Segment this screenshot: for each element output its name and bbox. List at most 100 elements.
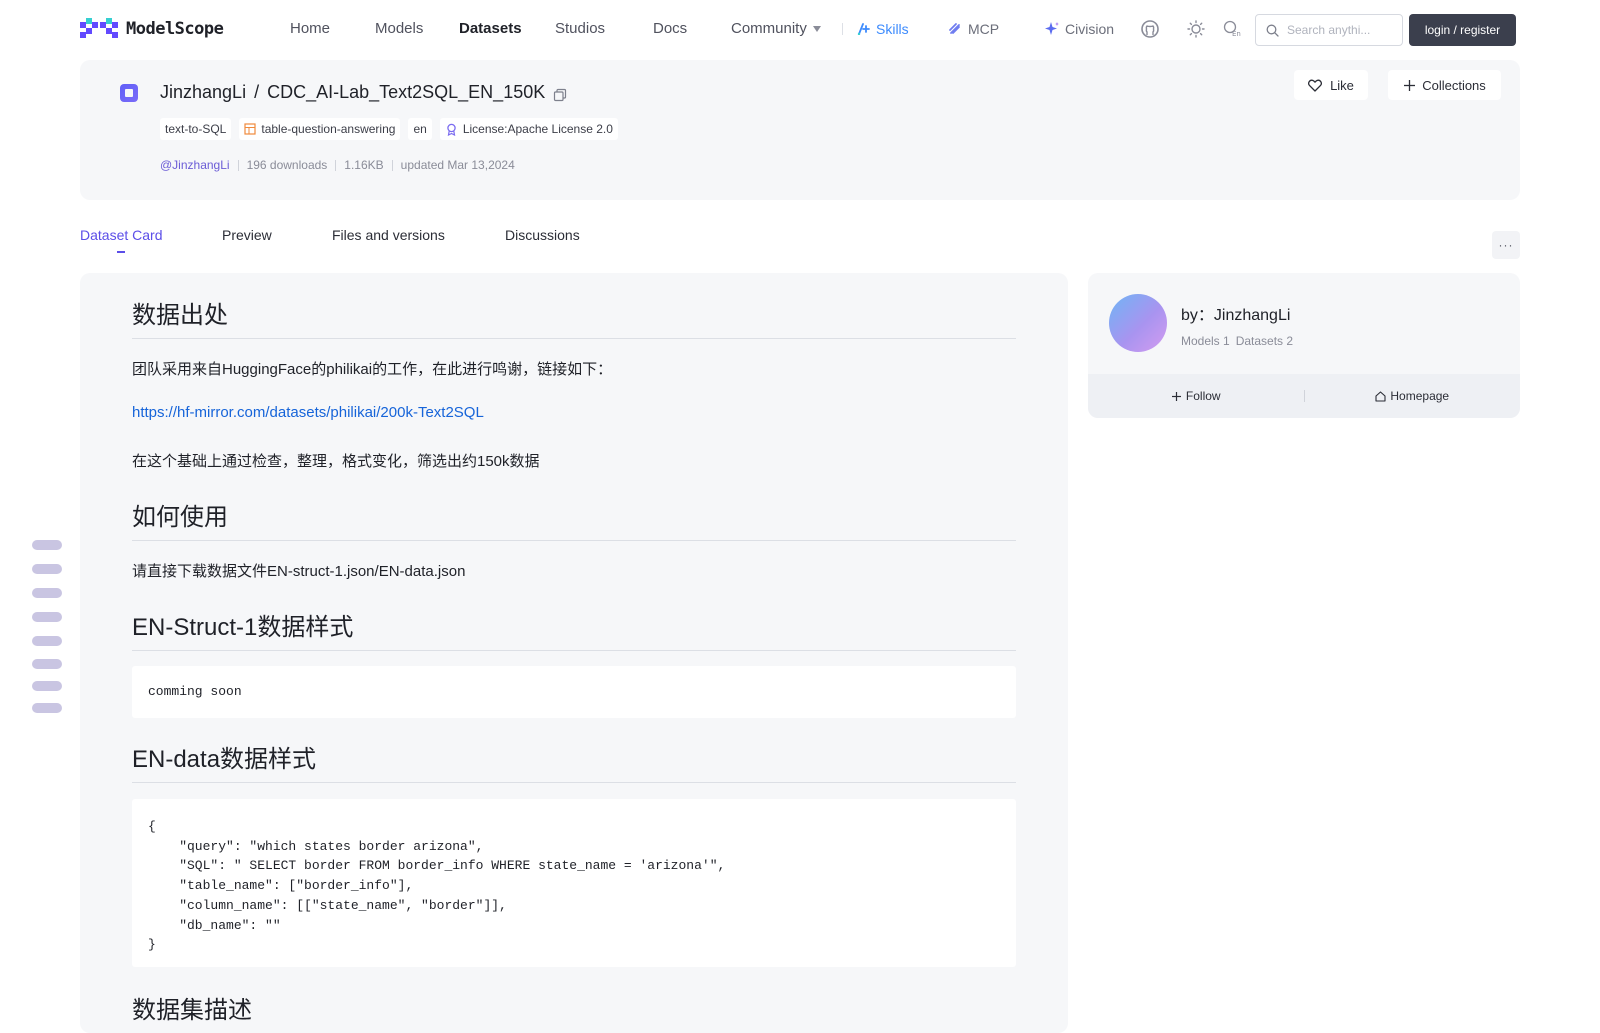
- plus-icon: [1404, 79, 1416, 91]
- title-separator: /: [254, 82, 260, 102]
- search-input[interactable]: [1287, 23, 1387, 37]
- author-actions: Follow Homepage: [1088, 374, 1520, 418]
- outline-item[interactable]: [32, 636, 62, 646]
- collections-label: Collections: [1422, 77, 1486, 93]
- paragraph-thanks: 团队采用来自HuggingFace的philikai的工作，在此进行鸣谢，链接如…: [132, 361, 613, 378]
- nav-community-label: Community: [731, 20, 807, 37]
- nav-community[interactable]: Community: [731, 20, 821, 37]
- tab-dataset-card[interactable]: Dataset Card: [80, 227, 162, 243]
- nav-home[interactable]: Home: [290, 20, 330, 37]
- heading-data-source: 数据出处: [132, 295, 1016, 339]
- search-icon: [1266, 24, 1279, 37]
- paragraph-filter: 在这个基础上通过检查，整理，格式变化，筛选出约150k数据: [132, 453, 540, 470]
- outline-item[interactable]: [32, 612, 62, 622]
- dataset-icon: [120, 84, 138, 102]
- chevron-down-icon: [812, 26, 821, 33]
- nav-skills[interactable]: Skills: [857, 21, 909, 37]
- heading-dataset-description: 数据集描述: [132, 990, 1016, 1033]
- tag-label: text-to-SQL: [165, 122, 227, 136]
- nav-mcp-label: MCP: [968, 21, 1000, 37]
- login-register-button[interactable]: login / register: [1409, 14, 1516, 46]
- skills-icon: [857, 23, 870, 35]
- outline-item[interactable]: [32, 681, 62, 691]
- outline-item[interactable]: [32, 588, 62, 598]
- tag-text-to-sql[interactable]: text-to-SQL: [160, 118, 232, 140]
- tag-label: en: [413, 122, 427, 136]
- dataset-header: JinzhangLi / CDC_AI-Lab_Text2SQL_EN_150K…: [80, 60, 1520, 200]
- tag-label: License:Apache License 2.0: [462, 122, 613, 136]
- nav-datasets[interactable]: Datasets: [459, 20, 522, 37]
- nav-models[interactable]: Models: [375, 20, 423, 37]
- author-models-count[interactable]: Models 1: [1181, 334, 1230, 348]
- author-stats: Models 1 Datasets 2: [1181, 334, 1293, 348]
- more-options-button[interactable]: ···: [1492, 231, 1520, 259]
- mcp-icon: [949, 23, 960, 34]
- tag-language-en[interactable]: en: [408, 118, 432, 140]
- outline-item[interactable]: [32, 564, 62, 574]
- outline-item[interactable]: [32, 703, 62, 713]
- copy-icon[interactable]: [553, 86, 567, 101]
- logo-text: ModelScope: [126, 19, 224, 39]
- search-box[interactable]: [1255, 14, 1403, 46]
- tag-table-question-answering[interactable]: table-question-answering: [239, 118, 401, 140]
- table-icon: [244, 123, 256, 135]
- tag-list: text-to-SQL table-question-answering en …: [160, 118, 618, 140]
- like-button[interactable]: Like: [1294, 70, 1368, 100]
- github-icon[interactable]: [1141, 20, 1159, 38]
- dataset-name: CDC_AI-Lab_Text2SQL_EN_150K: [267, 82, 546, 102]
- nav-divider: [842, 23, 843, 35]
- modelscope-logo[interactable]: ModelScope: [80, 18, 224, 40]
- updated-date: updated Mar 13,2024: [400, 158, 515, 172]
- tag-label: table-question-answering: [261, 122, 396, 136]
- nav-docs[interactable]: Docs: [653, 20, 687, 37]
- nav-mcp[interactable]: MCP: [947, 21, 999, 37]
- sparkle-icon: [1045, 22, 1059, 35]
- theme-toggle-icon[interactable]: [1187, 20, 1205, 38]
- author-datasets-count[interactable]: Datasets 2: [1236, 334, 1293, 348]
- author-card: by：JinzhangLi Models 1 Datasets 2 Follow…: [1088, 273, 1520, 418]
- heart-icon: [1308, 79, 1323, 92]
- meta-divider: [335, 159, 337, 171]
- tab-files-and-versions[interactable]: Files and versions: [332, 227, 445, 243]
- svg-text:En: En: [1232, 30, 1241, 38]
- meta-divider: [237, 159, 239, 171]
- source-link[interactable]: https://hf-mirror.com/datasets/philikai/…: [132, 404, 484, 421]
- download-count: 196 downloads: [246, 158, 328, 172]
- dataset-meta: @JinzhangLi 196 downloads 1.16KB updated…: [160, 158, 515, 172]
- heading-data-format: EN-data数据样式: [132, 739, 1016, 783]
- top-navbar: ModelScope Home Models Datasets Studios …: [0, 0, 1600, 58]
- nav-studios[interactable]: Studios: [555, 20, 605, 37]
- outline-item[interactable]: [32, 659, 62, 669]
- language-icon[interactable]: En: [1223, 20, 1241, 38]
- modelscope-logo-icon: [80, 18, 118, 40]
- like-label: Like: [1330, 77, 1354, 93]
- homepage-button[interactable]: Homepage: [1305, 389, 1521, 403]
- paragraph-download: 请直接下载数据文件EN-struct-1.json/EN-data.json: [132, 563, 466, 580]
- homepage-label: Homepage: [1390, 389, 1450, 403]
- follow-label: Follow: [1185, 389, 1221, 403]
- heading-struct-format: EN-Struct-1数据样式: [132, 607, 1016, 651]
- tag-license[interactable]: License:Apache License 2.0: [439, 118, 618, 140]
- nav-civision-label: Civision: [1065, 21, 1115, 37]
- home-icon: [1375, 390, 1386, 402]
- collections-button[interactable]: Collections: [1388, 70, 1501, 100]
- dataset-card-content: 数据出处 团队采用来自HuggingFace的philikai的工作，在此进行鸣…: [80, 273, 1068, 1033]
- code-block-struct: comming soon: [132, 666, 1016, 718]
- author-name[interactable]: by：JinzhangLi: [1181, 301, 1290, 325]
- meta-divider: [391, 159, 393, 171]
- code-block-data: { "query": "which states border arizona"…: [132, 799, 1016, 967]
- tab-discussions[interactable]: Discussions: [505, 227, 580, 243]
- heading-usage: 如何使用: [132, 497, 1016, 541]
- tab-preview[interactable]: Preview: [222, 227, 272, 243]
- avatar[interactable]: [1109, 294, 1167, 352]
- active-tab-indicator: [117, 251, 125, 253]
- dataset-owner[interactable]: JinzhangLi: [160, 82, 246, 103]
- outline-item[interactable]: [32, 540, 62, 550]
- paragraph-link: https://hf-mirror.com/datasets/philikai/…: [132, 404, 484, 421]
- dataset-size: 1.16KB: [344, 158, 384, 172]
- nav-civision[interactable]: Civision: [1044, 21, 1114, 37]
- license-icon: [447, 123, 456, 136]
- nav-skills-label: Skills: [876, 21, 909, 37]
- follow-button[interactable]: Follow: [1088, 389, 1304, 403]
- author-link[interactable]: @JinzhangLi: [160, 158, 230, 172]
